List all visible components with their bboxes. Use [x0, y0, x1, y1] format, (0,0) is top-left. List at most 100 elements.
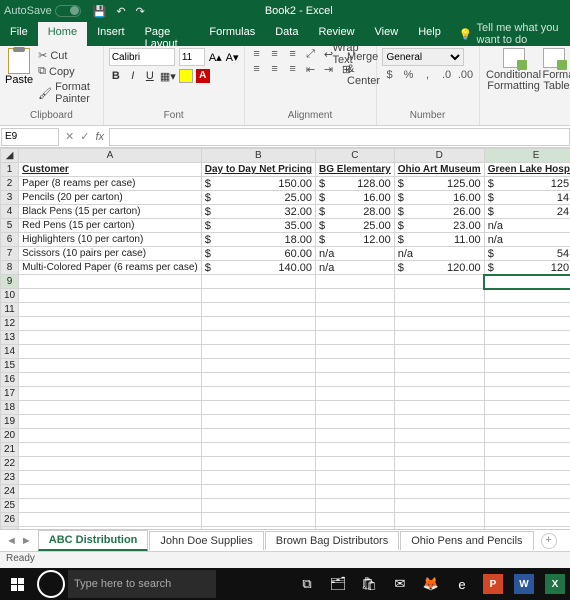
firefox-icon[interactable]: 🦊 [416, 568, 446, 600]
fx-icon[interactable]: fx [95, 131, 104, 143]
tab-data[interactable]: Data [265, 22, 308, 46]
cell-e[interactable]: $120.00 [484, 261, 570, 275]
cell-d[interactable]: $120.00 [394, 261, 484, 275]
font-name-select[interactable] [109, 48, 175, 66]
cell-e[interactable]: $125.00 [484, 177, 570, 191]
mail-icon[interactable]: ✉ [385, 568, 415, 600]
task-view-icon[interactable]: ⧉ [292, 568, 322, 600]
search-box[interactable]: Type here to search [68, 570, 216, 598]
cell-d[interactable]: $26.00 [394, 205, 484, 219]
align-top-icon[interactable]: ≡ [250, 48, 264, 60]
add-sheet-button[interactable]: + [541, 533, 557, 549]
col-header-c[interactable]: C [316, 149, 395, 163]
col-header-e[interactable]: E [484, 149, 570, 163]
underline-button[interactable]: U [143, 70, 157, 82]
font-color-button[interactable]: A [196, 69, 210, 83]
number-format-select[interactable]: General [382, 48, 464, 66]
bold-button[interactable]: B [109, 70, 123, 82]
sheet-tab-1[interactable]: John Doe Supplies [149, 531, 263, 550]
font-size-select[interactable] [179, 48, 205, 66]
cell-b[interactable]: $60.00 [201, 247, 315, 261]
enter-formula-icon[interactable]: ✓ [80, 130, 89, 143]
cell-name[interactable]: Scissors (10 pairs per case) [19, 247, 202, 261]
cell-name[interactable]: Paper (8 reams per case) [19, 177, 202, 191]
cell-c[interactable]: $128.00 [316, 177, 395, 191]
cell-c[interactable]: n/a [316, 261, 395, 275]
sheet-next-icon[interactable]: ► [21, 535, 32, 547]
cell-d[interactable]: $125.00 [394, 177, 484, 191]
format-painter-button[interactable]: 🖌Format Painter [36, 80, 98, 106]
border-button[interactable]: ▦▾ [160, 70, 176, 83]
col-header-a[interactable]: A [19, 149, 202, 163]
header-b[interactable]: Day to Day Net Pricing [201, 163, 315, 177]
active-cell[interactable] [484, 275, 570, 289]
tab-insert[interactable]: Insert [87, 22, 135, 46]
header-d[interactable]: Ohio Art Museum [394, 163, 484, 177]
formula-input[interactable] [109, 128, 570, 146]
redo-icon[interactable]: ↷ [136, 5, 145, 18]
cell-name[interactable]: Pencils (20 per carton) [19, 191, 202, 205]
header-c[interactable]: BG Elementary [316, 163, 395, 177]
cell-b[interactable]: $25.00 [201, 191, 315, 205]
cell-b[interactable]: $32.00 [201, 205, 315, 219]
cell-c[interactable]: $28.00 [316, 205, 395, 219]
align-right-icon[interactable]: ≡ [286, 63, 300, 75]
cell-b[interactable]: $150.00 [201, 177, 315, 191]
tell-me[interactable]: 💡 Tell me what you want to do [459, 22, 570, 46]
sheet-prev-icon[interactable]: ◄ [6, 535, 17, 547]
italic-button[interactable]: I [126, 70, 140, 82]
name-box[interactable] [1, 128, 59, 146]
cell-d[interactable]: n/a [394, 247, 484, 261]
worksheet-grid[interactable]: ◢ A B C D E F 1 Customer Day to Day Net … [0, 148, 570, 529]
fill-color-button[interactable] [179, 69, 193, 83]
start-button[interactable] [0, 568, 34, 600]
tab-view[interactable]: View [365, 22, 409, 46]
explorer-icon[interactable]: 🗂 [323, 568, 353, 600]
align-center-icon[interactable]: ≡ [268, 63, 282, 75]
undo-icon[interactable]: ↶ [116, 5, 125, 18]
tab-home[interactable]: Home [38, 22, 87, 46]
cell-name[interactable]: Red Pens (15 per carton) [19, 219, 202, 233]
comma-button[interactable]: , [420, 69, 436, 81]
cell-e[interactable]: $14.00 [484, 191, 570, 205]
merge-center-button[interactable]: ⊞Merge & Center [340, 63, 371, 75]
cut-button[interactable]: ✂Cut [36, 48, 98, 63]
edge-icon[interactable]: e [447, 568, 477, 600]
save-icon[interactable]: 💾 [93, 5, 107, 18]
align-left-icon[interactable]: ≡ [250, 63, 264, 75]
cell-b[interactable]: $35.00 [201, 219, 315, 233]
sheet-tab-3[interactable]: Ohio Pens and Pencils [400, 531, 533, 550]
cell-name[interactable]: Black Pens (15 per carton) [19, 205, 202, 219]
cell-e[interactable]: $24.00 [484, 205, 570, 219]
orientation-icon[interactable]: ⤢ [304, 48, 318, 60]
indent-inc-icon[interactable]: ⇥ [322, 63, 336, 75]
cell-e[interactable]: n/a [484, 219, 570, 233]
align-middle-icon[interactable]: ≡ [268, 48, 282, 60]
copy-button[interactable]: ⧉Copy [36, 64, 98, 79]
tab-file[interactable]: File [0, 22, 38, 46]
cell-c[interactable]: n/a [316, 247, 395, 261]
header-e[interactable]: Green Lake Hospital [484, 163, 570, 177]
sheet-tab-2[interactable]: Brown Bag Distributors [265, 531, 400, 550]
cell-b[interactable]: $140.00 [201, 261, 315, 275]
paste-button[interactable]: Paste [5, 48, 33, 106]
excel-icon[interactable]: X [540, 568, 570, 600]
cell-c[interactable]: $12.00 [316, 233, 395, 247]
inc-decimal-button[interactable]: .0 [439, 69, 455, 81]
cell-e[interactable]: n/a [484, 233, 570, 247]
cell-name[interactable]: Highlighters (10 per carton) [19, 233, 202, 247]
dec-decimal-button[interactable]: .00 [458, 69, 474, 81]
powerpoint-icon[interactable]: P [478, 568, 508, 600]
sheet-tab-0[interactable]: ABC Distribution [38, 530, 149, 551]
cell-d[interactable]: $23.00 [394, 219, 484, 233]
grid-table[interactable]: ◢ A B C D E F 1 Customer Day to Day Net … [0, 148, 570, 529]
cell-d[interactable]: $11.00 [394, 233, 484, 247]
percent-button[interactable]: % [401, 69, 417, 81]
conditional-formatting-button[interactable]: Conditional Formatting [485, 48, 543, 92]
format-table-button[interactable]: Format Table [543, 48, 570, 92]
cortana-icon[interactable] [37, 570, 65, 598]
tab-page-layout[interactable]: Page Layout [135, 22, 200, 46]
store-icon[interactable]: 🛍 [354, 568, 384, 600]
indent-dec-icon[interactable]: ⇤ [304, 63, 318, 75]
col-header-b[interactable]: B [201, 149, 315, 163]
